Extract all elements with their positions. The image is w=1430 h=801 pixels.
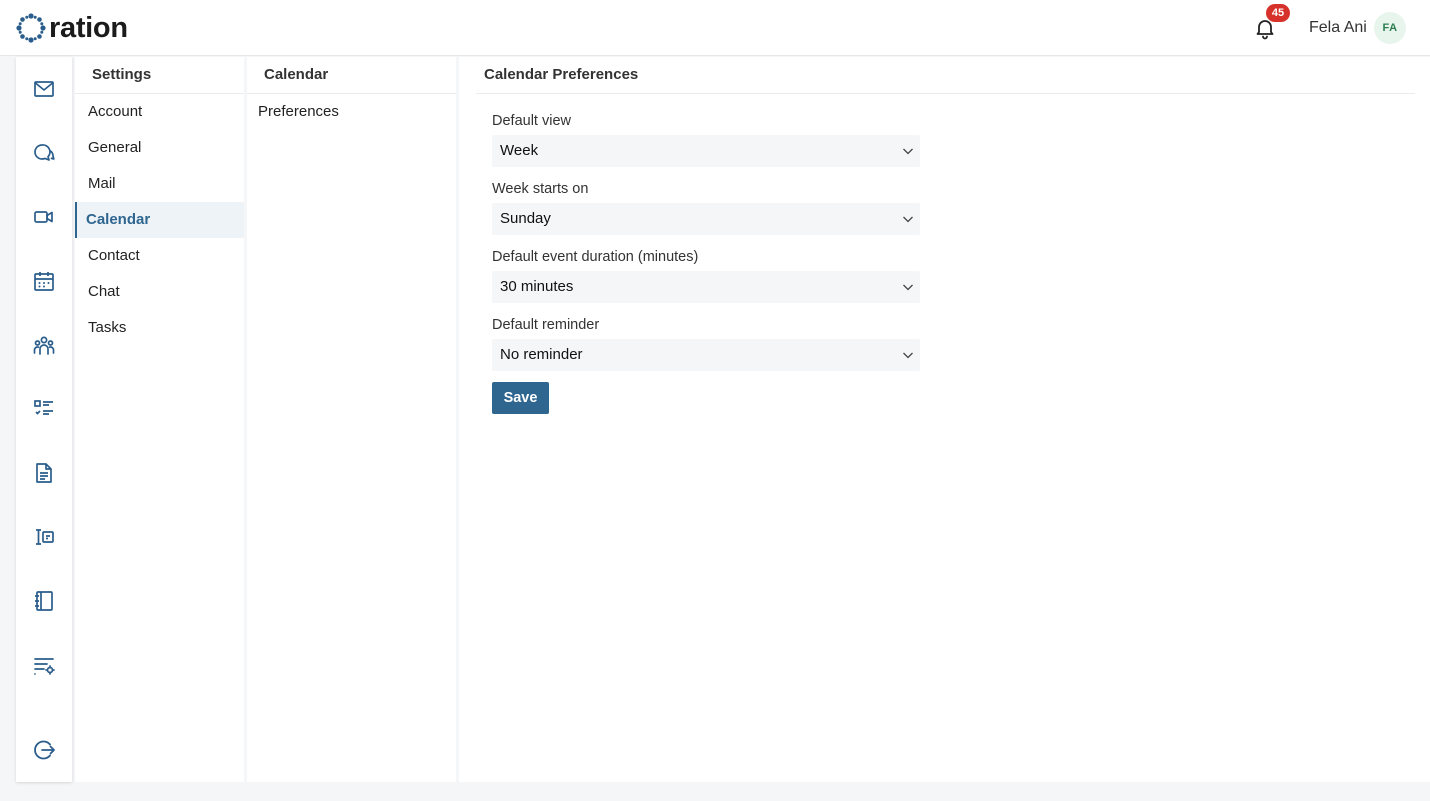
calendar-menu-title: Calendar [247, 57, 456, 94]
user-name[interactable]: Fela Ani [1309, 18, 1367, 38]
notification-count-badge: 45 [1266, 4, 1290, 22]
chevron-down-icon [903, 216, 913, 223]
page-title: Calendar Preferences [476, 57, 1415, 94]
reminder-field: Default reminder No reminder [492, 316, 920, 371]
reminder-label: Default reminder [492, 317, 600, 333]
contacts-icon[interactable] [32, 333, 56, 357]
default-view-label: Default view [492, 113, 571, 129]
event-duration-value: 30 minutes [500, 278, 574, 295]
document-icon[interactable] [32, 461, 56, 485]
chevron-down-icon [903, 148, 913, 155]
notebook-icon[interactable] [32, 589, 56, 613]
app-logo[interactable]: ration [16, 11, 128, 45]
settings-title: Settings [75, 57, 244, 94]
default-view-select[interactable]: Week [492, 135, 920, 167]
week-start-value: Sunday [500, 210, 551, 227]
chevron-down-icon [903, 352, 913, 359]
tasks-icon[interactable] [32, 397, 56, 421]
event-duration-field: Default event duration (minutes) 30 minu… [492, 248, 920, 303]
settings-item-calendar[interactable]: Calendar [75, 202, 244, 238]
event-duration-label: Default event duration (minutes) [492, 249, 699, 265]
calendar-item-preferences[interactable]: Preferences [247, 94, 456, 130]
announcement-icon[interactable] [32, 525, 56, 549]
calendar-icon[interactable] [32, 269, 56, 293]
settings-item-chat[interactable]: Chat [75, 274, 244, 310]
top-bar: ration 45 Fela Ani FA [0, 0, 1430, 56]
event-duration-select[interactable]: 30 minutes [492, 271, 920, 303]
chevron-down-icon [903, 284, 913, 291]
reminder-select[interactable]: No reminder [492, 339, 920, 371]
week-start-select[interactable]: Sunday [492, 203, 920, 235]
settings-item-tasks[interactable]: Tasks [75, 310, 244, 346]
week-start-label: Week starts on [492, 181, 589, 197]
reminder-value: No reminder [500, 346, 583, 363]
save-button[interactable]: Save [492, 382, 549, 414]
logo-text: ration [49, 12, 128, 44]
chat-icon[interactable] [32, 141, 56, 165]
logo-ring-icon [16, 13, 46, 43]
settings-item-account[interactable]: Account [75, 94, 244, 130]
mail-icon[interactable] [32, 77, 56, 101]
video-icon[interactable] [32, 205, 56, 229]
default-view-field: Default view Week [492, 112, 920, 167]
calendar-menu: Calendar Preferences [247, 57, 456, 782]
avatar[interactable]: FA [1374, 12, 1406, 44]
settings-list-icon[interactable] [32, 653, 56, 677]
logout-icon[interactable] [32, 738, 56, 762]
default-view-value: Week [500, 142, 539, 159]
settings-item-general[interactable]: General [75, 130, 244, 166]
settings-item-contact[interactable]: Contact [75, 238, 244, 274]
week-start-field: Week starts on Sunday [492, 180, 920, 235]
settings-item-mail[interactable]: Mail [75, 166, 244, 202]
settings-menu: Settings Account General Mail Calendar C… [75, 57, 244, 782]
preferences-panel: Calendar Preferences Default view Week W… [459, 57, 1430, 782]
app-rail [16, 57, 72, 782]
